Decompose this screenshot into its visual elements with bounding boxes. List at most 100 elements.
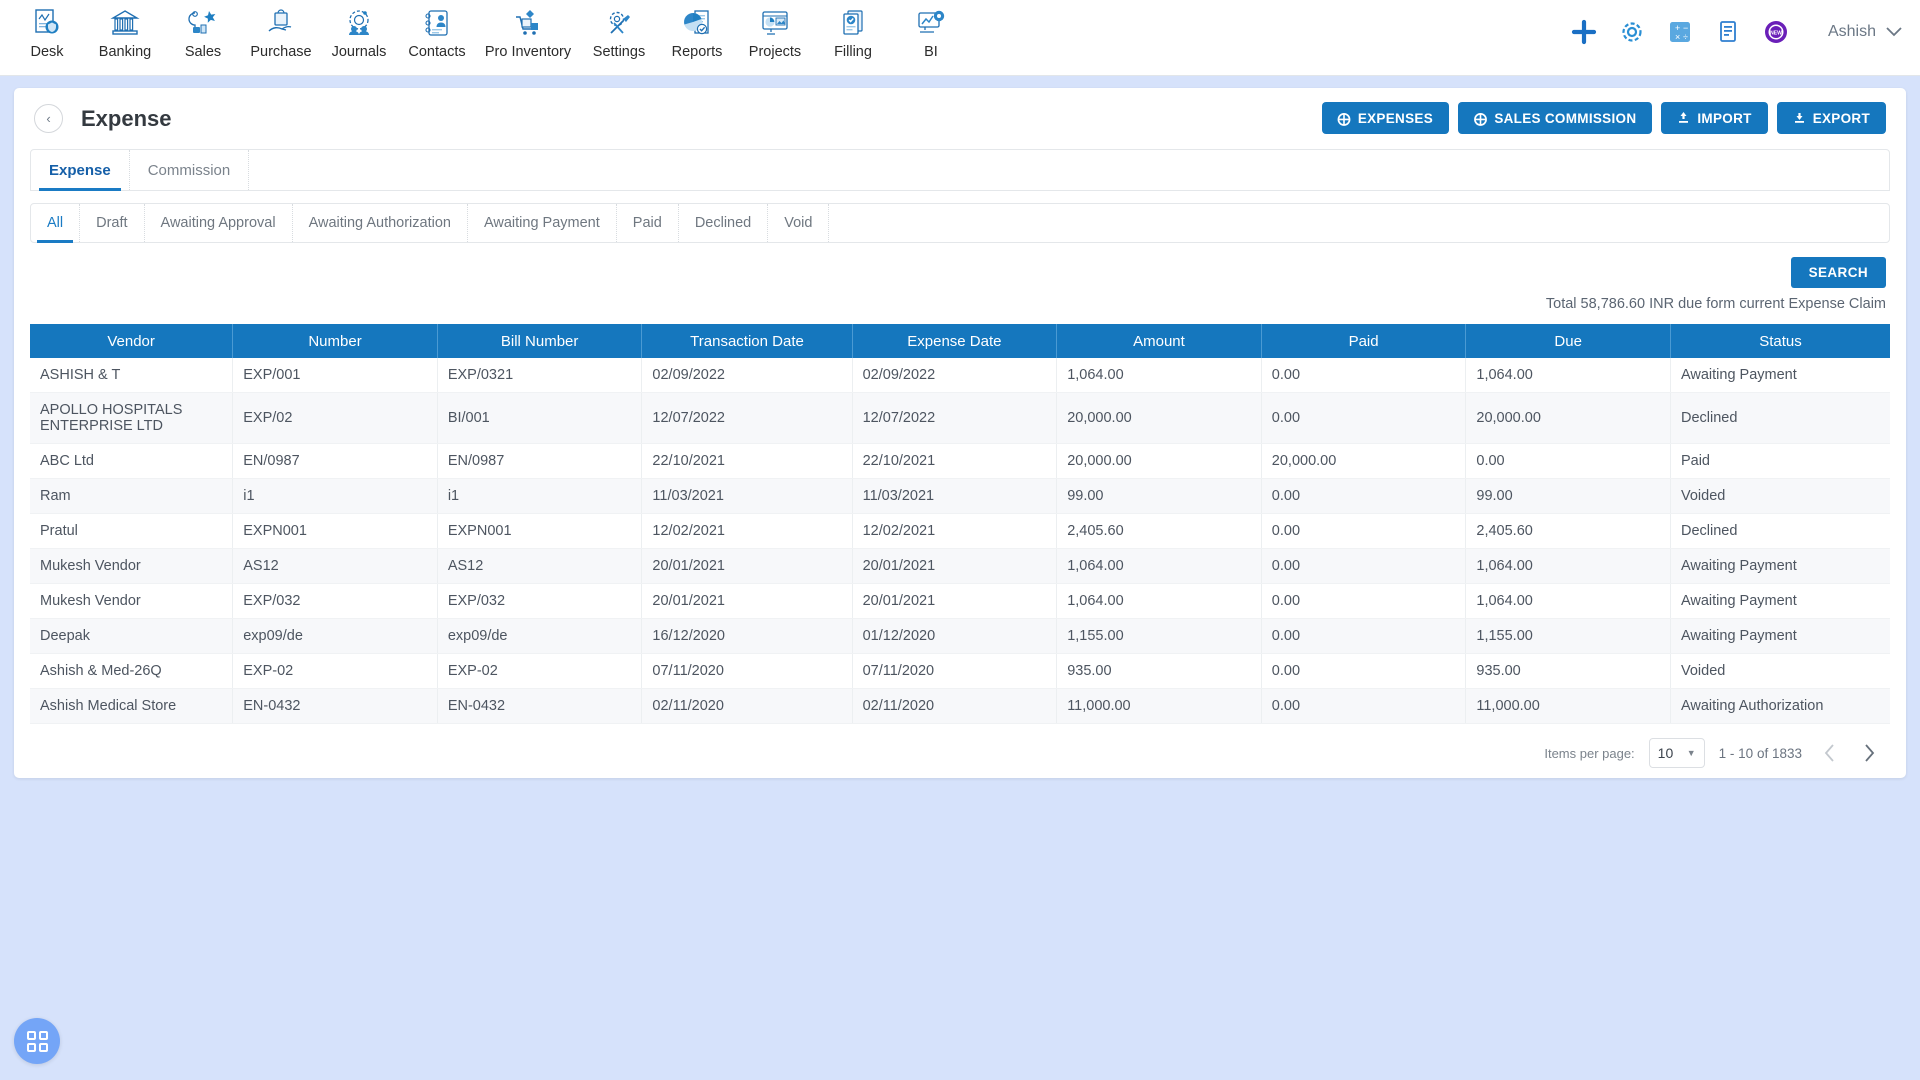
nav-item-desk[interactable]: Desk [8, 0, 86, 60]
user-menu[interactable]: Ashish [1828, 23, 1902, 41]
chevron-down-icon [1886, 24, 1902, 41]
cell-vendor[interactable]: Mukesh Vendor [30, 583, 234, 619]
table-row[interactable]: Ashish Medical Store EN-0432 EN-0432 02/11/… [30, 688, 1890, 724]
table-row[interactable]: Deepak exp09/de exp09/de 16/12/2020 01/12/20… [30, 618, 1890, 654]
cell-paid: 0.00 [1261, 618, 1467, 654]
column-header-transaction-date[interactable]: Transaction Date [641, 324, 853, 358]
sales-icon [184, 4, 222, 42]
cell-paid: 0.00 [1261, 513, 1467, 549]
cell-vendor[interactable]: Ram [30, 478, 234, 514]
table-row[interactable]: Pratul EXPN001 EXPN001 12/02/2021 12/02/2021… [30, 513, 1890, 549]
nav-item-bi[interactable]: BI [892, 0, 970, 60]
cell-due: 1,155.00 [1465, 618, 1671, 654]
back-button[interactable]: ‹ [34, 104, 63, 133]
cell-vendor[interactable]: ABC Ltd [30, 443, 234, 479]
cell-vendor[interactable]: Pratul [30, 513, 234, 549]
column-header-status[interactable]: Status [1670, 324, 1890, 358]
table-row[interactable]: Ram i1 i1 11/03/2021 11/03/2021 99.00 0.00 99.0… [30, 478, 1890, 514]
items-per-page-select[interactable]: 10 ▼ [1648, 738, 1705, 768]
cell-vendor[interactable]: APOLLO HOSPITALS ENTERPRISE LTD [30, 392, 234, 444]
cell-bill-number: EXP/0321 [437, 358, 643, 393]
cell-number[interactable]: EXP-02 [232, 653, 438, 689]
nav-item-reports[interactable]: Reports [658, 0, 736, 60]
filter-tab-all[interactable]: All [31, 204, 81, 243]
filter-tab-void[interactable]: Void [768, 204, 830, 242]
cell-expense-date: 07/11/2020 [852, 653, 1058, 689]
cell-vendor[interactable]: ASHISH & T [30, 358, 234, 393]
cell-number[interactable]: exp09/de [232, 618, 438, 654]
page-title: Expense [81, 105, 172, 131]
table-row[interactable]: Ashish & Med-26Q EXP-02 EXP-02 07/11/2020 07… [30, 653, 1890, 689]
cell-number[interactable]: EN/0987 [232, 443, 438, 479]
purchase-bag-icon [262, 4, 300, 42]
column-header-vendor[interactable]: Vendor [30, 324, 234, 358]
filter-tab-awaiting-payment[interactable]: Awaiting Payment [468, 204, 617, 242]
add-plus-icon[interactable] [1570, 18, 1598, 46]
filter-tab-awaiting-approval[interactable]: Awaiting Approval [145, 204, 293, 242]
cell-due: 99.00 [1465, 478, 1671, 514]
cell-number[interactable]: EXP/001 [232, 358, 438, 393]
grid-square [26, 1042, 36, 1052]
gear-icon[interactable] [1618, 18, 1646, 46]
column-header-expense-date[interactable]: Expense Date [852, 324, 1058, 358]
nav-item-contacts[interactable]: Contacts [398, 0, 476, 60]
apps-grid-fab[interactable] [14, 1018, 60, 1064]
filter-label: Declined [694, 215, 752, 231]
cell-vendor[interactable]: Deepak [30, 618, 234, 654]
next-page-button[interactable] [1856, 740, 1882, 766]
cell-vendor[interactable]: Mukesh Vendor [30, 548, 234, 584]
nav-item-filling[interactable]: Filling [814, 0, 892, 60]
cell-paid: 0.00 [1261, 392, 1467, 444]
sales-commission-button[interactable]: ⨁ SALES COMMISSION [1458, 102, 1653, 134]
cell-vendor[interactable]: Ashish Medical Store [30, 688, 234, 724]
cell-number[interactable]: i1 [232, 478, 438, 514]
export-button[interactable]: EXPORT [1776, 102, 1886, 134]
cell-vendor[interactable]: Ashish & Med-26Q [30, 653, 234, 689]
import-upload-icon [1677, 111, 1690, 126]
filter-label: Awaiting Approval [160, 215, 276, 231]
cell-amount: 20,000.00 [1056, 443, 1262, 479]
column-header-bill-number[interactable]: Bill Number [437, 324, 643, 358]
column-header-number[interactable]: Number [232, 324, 438, 358]
nav-item-pro-inventory[interactable]: Pro Inventory [476, 0, 580, 60]
tab-commission[interactable]: Commission [130, 150, 250, 190]
cell-due: 0.00 [1465, 443, 1671, 479]
nav-item-projects[interactable]: Projects [736, 0, 814, 60]
table-row[interactable]: Mukesh Vendor AS12 AS12 20/01/2021 20/01/202… [30, 548, 1890, 584]
filter-tab-awaiting-authorization[interactable]: Awaiting Authorization [293, 204, 468, 242]
cell-number[interactable]: EXPN001 [232, 513, 438, 549]
nav-item-sales[interactable]: Sales [164, 0, 242, 60]
new-badge-icon[interactable]: NEW [1762, 18, 1790, 46]
button-label: SALES COMMISSION [1494, 110, 1637, 126]
back-chevron-icon: ‹ [46, 111, 51, 126]
tab-expense[interactable]: Expense [31, 150, 130, 191]
column-header-amount[interactable]: Amount [1056, 324, 1262, 358]
document-notes-icon[interactable] [1714, 18, 1742, 46]
filter-tab-paid[interactable]: Paid [617, 204, 679, 242]
cell-number[interactable]: EXP/032 [232, 583, 438, 619]
nav-item-settings[interactable]: Settings [580, 0, 658, 60]
table-row[interactable]: APOLLO HOSPITALS ENTERPRISE LTD EXP/02 BI/… [30, 392, 1890, 444]
column-header-due[interactable]: Due [1465, 324, 1671, 358]
column-header-paid[interactable]: Paid [1261, 324, 1467, 358]
expenses-button[interactable]: ⨁ EXPENSES [1321, 102, 1449, 134]
cell-expense-date: 12/07/2022 [852, 392, 1058, 444]
nav-item-journals[interactable]: Journals [320, 0, 398, 60]
table-row[interactable]: ABC Ltd EN/0987 EN/0987 22/10/2021 22/10/202… [30, 443, 1890, 479]
cell-number[interactable]: AS12 [232, 548, 438, 584]
table-row[interactable]: Mukesh Vendor EXP/032 EXP/032 20/01/2021 20/… [30, 583, 1890, 619]
calculator-icon[interactable]: + − × ÷ [1666, 18, 1694, 46]
search-button[interactable]: SEARCH [1790, 257, 1886, 288]
filter-label: Draft [96, 215, 128, 231]
cell-amount: 20,000.00 [1056, 392, 1262, 444]
grid-square [38, 1042, 48, 1052]
filter-tab-declined[interactable]: Declined [679, 204, 769, 242]
table-row[interactable]: ASHISH & T EXP/001 EXP/0321 02/09/2022 02/09… [30, 358, 1890, 393]
cell-number[interactable]: EN-0432 [232, 688, 438, 724]
nav-item-purchase[interactable]: Purchase [242, 0, 320, 60]
previous-page-button[interactable] [1816, 740, 1842, 766]
nav-item-banking[interactable]: Banking [86, 0, 164, 60]
import-button[interactable]: IMPORT [1661, 102, 1768, 134]
filter-tab-draft[interactable]: Draft [80, 204, 145, 242]
cell-number[interactable]: EXP/02 [232, 392, 438, 444]
